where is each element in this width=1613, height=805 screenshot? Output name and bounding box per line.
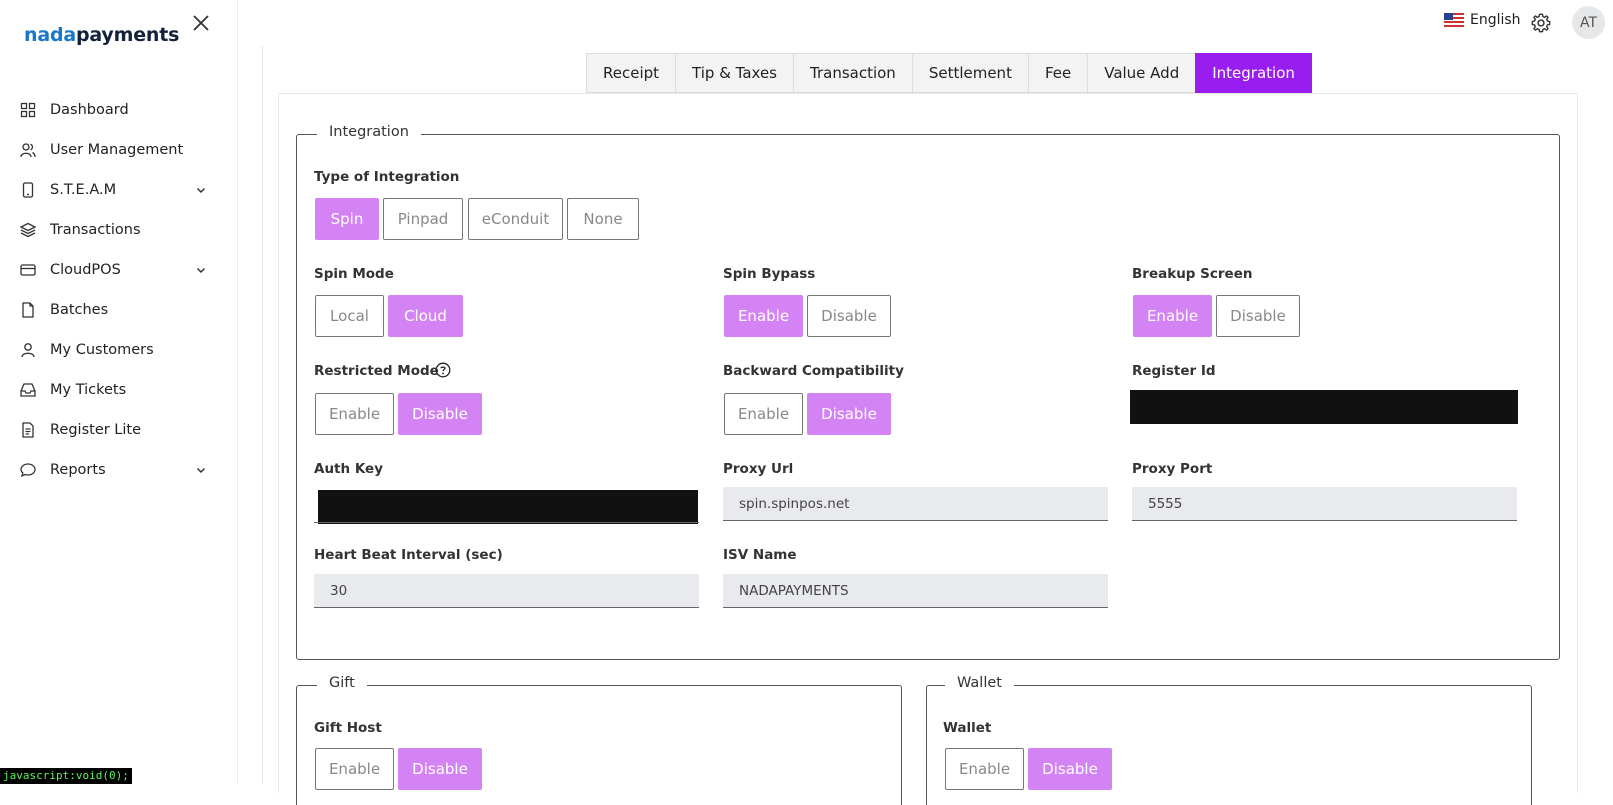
browser-status-bar: javascript:void(0); [0, 768, 132, 784]
tab-tip-taxes[interactable]: Tip & Taxes [675, 53, 793, 93]
close-icon[interactable] [190, 12, 212, 34]
sidebar-item-label: S.T.E.A.M [50, 182, 117, 198]
sidebar-item-user-management[interactable]: User Management [0, 130, 238, 170]
heartbeat-interval-input[interactable]: 30 [314, 574, 699, 608]
auth-key-underline [314, 522, 699, 523]
type-of-integration-label: Type of Integration [314, 169, 460, 185]
sidebar-item-label: Dashboard [50, 102, 129, 118]
sidebar-item-my-customers[interactable]: My Customers [0, 330, 238, 370]
users-icon [20, 143, 36, 158]
integration-none-button[interactable]: None [567, 198, 639, 240]
help-circle-icon[interactable] [435, 362, 451, 378]
settings-tabs: Receipt Tip & Taxes Transaction Settleme… [586, 53, 1312, 93]
user-icon [21, 343, 35, 358]
tab-transaction[interactable]: Transaction [793, 53, 912, 93]
document-icon [22, 422, 34, 438]
restricted-mode-enable-button[interactable]: Enable [315, 393, 394, 435]
language-label: English [1470, 12, 1521, 28]
sidebar-item-my-tickets[interactable]: My Tickets [0, 370, 238, 410]
tab-settlement[interactable]: Settlement [911, 53, 1028, 93]
chat-icon [20, 463, 36, 478]
spin-bypass-label: Spin Bypass [723, 266, 816, 282]
wallet-section: Wallet Wallet Enable Disable [926, 675, 1532, 805]
sidebar-item-label: Batches [50, 302, 109, 318]
tab-integration[interactable]: Integration [1195, 53, 1312, 93]
register-id-label: Register Id [1132, 363, 1216, 379]
brand-logo[interactable]: nadapayments [24, 24, 179, 46]
inbox-icon [20, 383, 36, 397]
avatar[interactable]: AT [1572, 6, 1605, 39]
auth-key-input-redacted[interactable] [318, 490, 698, 524]
sidebar-item-steam[interactable]: S.T.E.A.M [0, 170, 238, 210]
sidebar-item-transactions[interactable]: Transactions [0, 210, 238, 250]
spin-mode-cloud-button[interactable]: Cloud [388, 295, 463, 337]
sidebar-item-dashboard[interactable]: Dashboard [0, 90, 238, 130]
sidebar-item-register-lite[interactable]: Register Lite [0, 410, 238, 450]
file-icon [22, 302, 34, 318]
gift-host-label: Gift Host [314, 720, 382, 736]
sidebar-item-label: Transactions [50, 222, 141, 238]
sidebar-item-label: My Customers [50, 342, 154, 358]
heartbeat-interval-label: Heart Beat Interval (sec) [314, 547, 503, 563]
integration-legend: Integration [317, 124, 421, 140]
spin-mode-local-button[interactable]: Local [315, 295, 384, 337]
restricted-mode-label: Restricted Mode [314, 363, 439, 379]
integration-section: Integration Type of Integration Spin Pin… [296, 124, 1560, 660]
content-card: Integration Type of Integration Spin Pin… [278, 93, 1578, 805]
sidebar-item-batches[interactable]: Batches [0, 290, 238, 330]
breakup-screen-label: Breakup Screen [1132, 266, 1253, 282]
sidebar-item-label: Register Lite [50, 422, 142, 438]
sidebar-item-label: Reports [50, 462, 106, 478]
tab-fee[interactable]: Fee [1027, 53, 1088, 93]
grid-icon [20, 102, 36, 118]
isv-name-label: ISV Name [723, 547, 797, 563]
proxy-port-label: Proxy Port [1132, 461, 1213, 477]
layers-icon [20, 222, 36, 238]
device-icon [22, 182, 34, 198]
sidebar-item-cloudpos[interactable]: CloudPOS [0, 250, 238, 290]
tab-receipt[interactable]: Receipt [586, 53, 676, 93]
proxy-url-label: Proxy Url [723, 461, 794, 477]
tab-value-add[interactable]: Value Add [1087, 53, 1196, 93]
integration-spin-button[interactable]: Spin [315, 198, 379, 240]
sidebar-item-label: My Tickets [50, 382, 127, 398]
gift-section: Gift Gift Host Enable Disable [296, 675, 902, 805]
card-icon [20, 264, 36, 276]
wallet-label: Wallet [943, 720, 992, 736]
chevron-down-icon[interactable] [195, 264, 207, 276]
us-flag-icon [1444, 13, 1464, 27]
backward-compat-disable-button[interactable]: Disable [807, 393, 891, 435]
register-id-input-redacted[interactable] [1130, 390, 1518, 424]
backward-compat-enable-button[interactable]: Enable [724, 393, 803, 435]
sidebar-nav: Dashboard User Management S.T.E.A.M Tran… [0, 90, 238, 490]
breakup-screen-disable-button[interactable]: Disable [1216, 295, 1300, 337]
isv-name-input[interactable]: NADAPAYMENTS [723, 574, 1108, 608]
language-selector[interactable]: English [1444, 12, 1521, 28]
brand-logo-part2: payments [75, 24, 180, 46]
integration-econduit-button[interactable]: eConduit [468, 198, 563, 240]
chevron-down-icon[interactable] [195, 184, 207, 196]
restricted-mode-disable-button[interactable]: Disable [398, 393, 482, 435]
sidebar-item-reports[interactable]: Reports [0, 450, 238, 490]
content-divider [262, 46, 263, 784]
sidebar: nadapayments Dashboard User Management S… [0, 0, 238, 784]
breakup-screen-enable-button[interactable]: Enable [1133, 295, 1212, 337]
proxy-url-input[interactable]: spin.spinpos.net [723, 487, 1108, 521]
sidebar-item-label: User Management [50, 142, 184, 158]
wallet-legend: Wallet [945, 675, 1014, 691]
proxy-port-input[interactable]: 5555 [1132, 487, 1517, 521]
integration-pinpad-button[interactable]: Pinpad [383, 198, 463, 240]
gift-legend: Gift [317, 675, 367, 691]
backward-compatibility-label: Backward Compatibility [723, 363, 904, 379]
chevron-down-icon[interactable] [195, 464, 207, 476]
spin-bypass-disable-button[interactable]: Disable [807, 295, 891, 337]
spin-mode-label: Spin Mode [314, 266, 394, 282]
auth-key-label: Auth Key [314, 461, 384, 477]
sidebar-item-label: CloudPOS [50, 262, 121, 278]
gear-icon[interactable] [1530, 12, 1552, 34]
brand-logo-part1: nada [24, 24, 76, 46]
spin-bypass-enable-button[interactable]: Enable [724, 295, 803, 337]
